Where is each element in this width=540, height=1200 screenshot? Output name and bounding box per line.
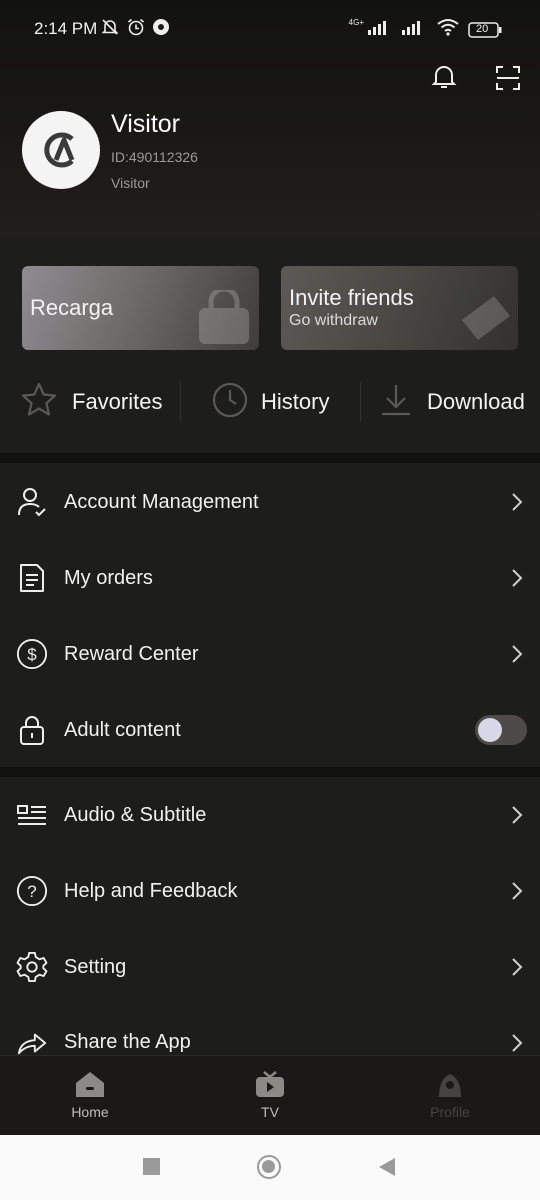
menu-item-label: Account Management [64, 490, 259, 513]
menu-item-label: Share the App [64, 1031, 191, 1053]
recent-apps-button[interactable] [143, 1158, 160, 1175]
download-icon [377, 381, 415, 424]
recharge-card[interactable]: Recarga [22, 266, 259, 350]
menu-item-label: My orders [64, 566, 153, 589]
invite-card-title: Invite friends [289, 285, 414, 310]
notification-bell-icon[interactable] [430, 62, 458, 95]
app-notification-icon [152, 18, 170, 41]
chevron-right-icon [512, 806, 523, 824]
history-label: History [261, 389, 330, 414]
menu-item-help-feedback[interactable]: ? Help and Feedback [0, 853, 540, 929]
profile-id: ID:490112326 [111, 149, 198, 165]
status-right-icons: 4G+ 20 [349, 18, 502, 41]
toggle-knob [478, 718, 502, 742]
tab-profile[interactable]: Profile [390, 1070, 510, 1120]
chevron-right-icon [512, 645, 523, 663]
section-divider [0, 767, 540, 777]
alarm-icon [126, 17, 146, 42]
divider [180, 382, 181, 422]
question-icon: ? [16, 875, 48, 907]
menu-item-label: Adult content [64, 718, 181, 741]
clock-icon [211, 381, 249, 424]
tab-tv[interactable]: TV [210, 1070, 330, 1120]
bag-icon [199, 290, 249, 344]
chevron-right-icon [512, 493, 523, 511]
tv-icon [256, 1071, 284, 1097]
menu-item-my-orders[interactable]: My orders [0, 540, 540, 616]
signal-icon [368, 19, 394, 40]
gear-icon [16, 951, 48, 983]
chevron-right-icon [512, 1034, 523, 1052]
invite-friends-card[interactable]: Invite friends Go withdraw [281, 266, 518, 350]
bell-off-icon [100, 17, 120, 42]
menu-item-adult-content: Adult content [0, 692, 540, 768]
user-check-icon [16, 486, 48, 518]
profile-name[interactable]: Visitor [111, 110, 180, 139]
tab-label: Profile [430, 1104, 470, 1120]
tab-home[interactable]: Home [30, 1070, 150, 1120]
menu-item-account-management[interactable]: Account Management [0, 464, 540, 540]
lock-icon [16, 714, 48, 746]
menu-item-share-app[interactable]: Share the App [0, 1005, 540, 1055]
app-logo-icon [44, 132, 75, 168]
star-icon [20, 381, 58, 424]
status-time: 2:14 PM [34, 19, 98, 38]
ticket-icon [462, 296, 510, 340]
battery-icon: 20 [468, 21, 502, 38]
home-nav-button[interactable] [257, 1155, 281, 1179]
document-icon [16, 562, 48, 594]
chevron-right-icon [512, 958, 523, 976]
menu-item-label: Reward Center [64, 642, 199, 665]
chevron-right-icon [512, 569, 523, 587]
tab-label: TV [261, 1104, 279, 1120]
profile-icon [439, 1074, 461, 1097]
share-icon [16, 1027, 48, 1055]
menu-item-setting[interactable]: Setting [0, 929, 540, 1005]
menu-item-label: Setting [64, 955, 127, 978]
scan-icon[interactable] [495, 65, 521, 96]
divider [360, 382, 361, 422]
adult-content-toggle[interactable] [475, 715, 527, 745]
section-divider [0, 453, 540, 463]
download-button[interactable]: Download [377, 376, 525, 428]
dollar-icon: $ [16, 638, 48, 670]
home-icon [76, 1072, 104, 1097]
download-label: Download [427, 389, 525, 414]
avatar[interactable] [22, 111, 100, 189]
menu-item-label: Audio & Subtitle [64, 803, 207, 826]
svg-text:$: $ [27, 645, 37, 664]
subtitle-icon [16, 799, 48, 831]
favorites-label: Favorites [72, 389, 163, 414]
invite-card-subtitle: Go withdraw [289, 312, 378, 329]
network-label: 4G+ [348, 18, 364, 27]
tab-label: Home [71, 1104, 109, 1120]
svg-text:?: ? [27, 882, 36, 901]
wifi-icon [436, 18, 460, 41]
battery-level: 20 [476, 22, 489, 35]
chevron-right-icon [512, 882, 523, 900]
profile-type: Visitor [111, 175, 150, 191]
recharge-card-title: Recarga [30, 295, 114, 320]
status-bar: 2:14 PM 4G+ 20 [0, 0, 540, 60]
favorites-button[interactable]: Favorites [20, 376, 162, 428]
history-button[interactable]: History [211, 376, 329, 428]
back-button[interactable] [378, 1157, 396, 1182]
menu-item-reward-center[interactable]: $ Reward Center [0, 616, 540, 692]
status-left-icons [100, 17, 170, 42]
signal-2-icon [402, 19, 428, 40]
menu-item-audio-subtitle[interactable]: Audio & Subtitle [0, 777, 540, 853]
menu-item-label: Help and Feedback [64, 879, 238, 902]
